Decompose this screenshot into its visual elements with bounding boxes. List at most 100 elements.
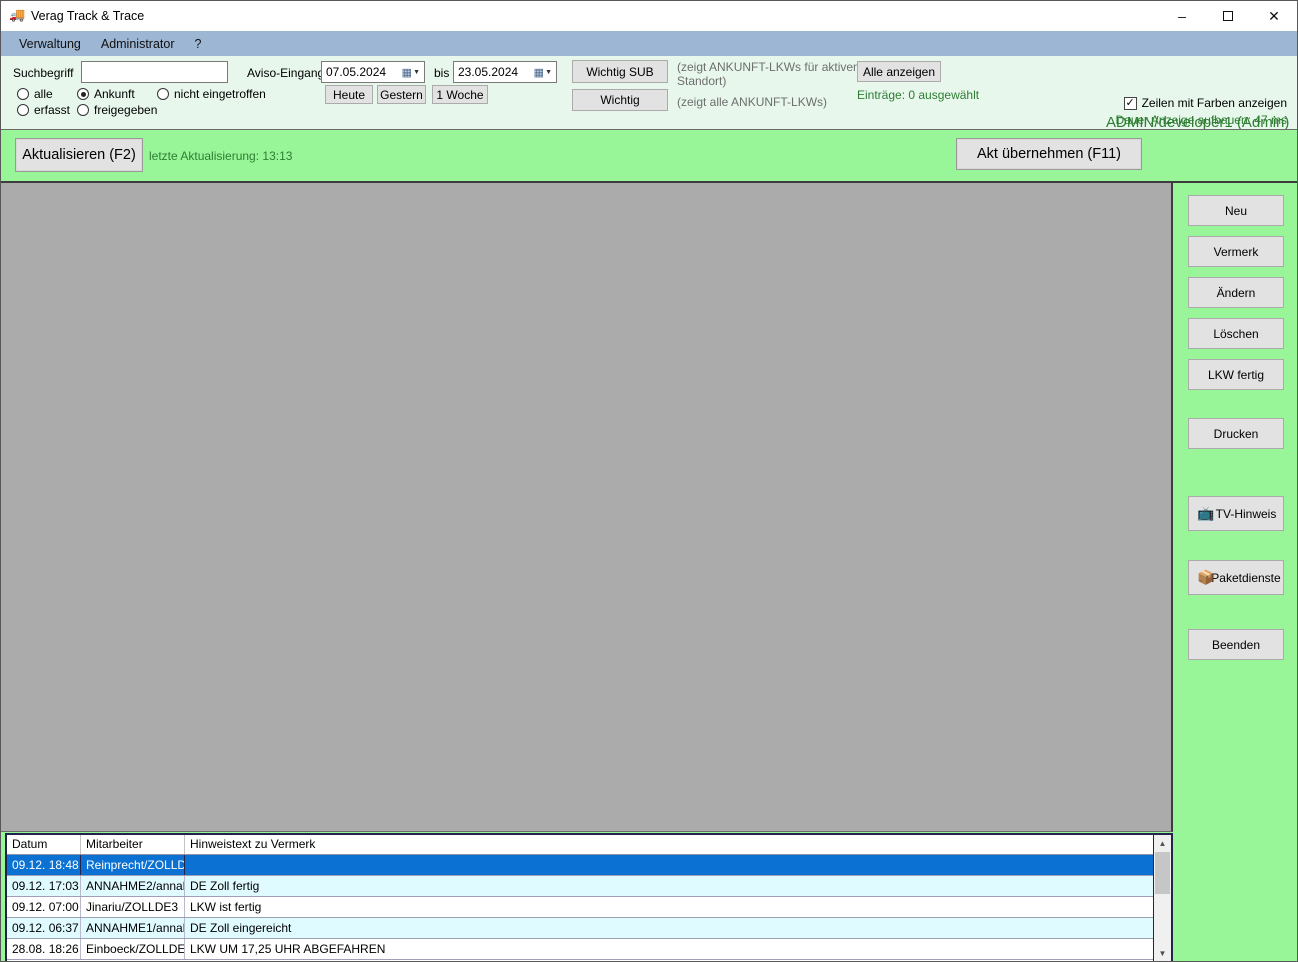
- gestern-button[interactable]: Gestern: [377, 85, 426, 104]
- radio-alle-circle[interactable]: [17, 88, 29, 100]
- menu-help[interactable]: ?: [185, 33, 212, 55]
- cell-hinweis: LKW ist fertig: [190, 900, 262, 914]
- wichtig-button[interactable]: Wichtig: [572, 89, 668, 111]
- bis-label: bis: [434, 66, 450, 80]
- color-rows-checkbox[interactable]: ✓: [1123, 96, 1137, 110]
- duration-status: Dauer Anzeige aufbauen: 47 ms: [1115, 113, 1287, 127]
- cell-datum: 09.12. 06:37: [7, 918, 81, 938]
- cell-hinweis: DE Zoll fertig: [190, 879, 260, 893]
- wichtig-sub-hint: (zeigt ANKUNFT-LKWs für aktiven Standort…: [677, 60, 860, 88]
- date-to-picker[interactable]: 23.05.2024 ▦ ▼: [453, 61, 557, 83]
- radio-erfasst[interactable]: erfasst: [17, 103, 70, 117]
- radio-nicht-eingetroffen[interactable]: nicht eingetroffen: [157, 87, 266, 101]
- app-window: 🚚 Verag Track & Trace – ✕ Verwaltung Adm…: [0, 0, 1298, 962]
- table-row[interactable]: 09.12. 07:00 Jinariu/ZOLLDE3 LKW ist fer…: [7, 897, 1153, 918]
- cell-mitarbeiter: Einboeck/ZOLLDE2: [81, 939, 185, 959]
- scrollbar-thumb[interactable]: [1155, 852, 1170, 894]
- radio-nicht-eingetroffen-label: nicht eingetroffen: [174, 87, 266, 101]
- menubar: Verwaltung Administrator ?: [1, 31, 1297, 56]
- scroll-up-icon[interactable]: ▲: [1154, 835, 1171, 851]
- cell-datum: 09.12. 07:00: [7, 897, 81, 917]
- content-canvas: [1, 183, 1173, 832]
- radio-freigegeben[interactable]: freigegeben: [77, 103, 157, 117]
- radio-ankunft-circle[interactable]: [77, 88, 89, 100]
- table-row[interactable]: 09.12. 18:48 Reinprecht/ZOLLDE1: [7, 855, 1153, 876]
- beenden-button[interactable]: Beenden: [1188, 629, 1284, 660]
- aktualisieren-button[interactable]: Aktualisieren (F2): [15, 138, 143, 172]
- titlebar: 🚚 Verag Track & Trace – ✕: [1, 1, 1297, 31]
- aendern-button[interactable]: Ändern: [1188, 277, 1284, 308]
- radio-erfasst-circle[interactable]: [17, 104, 29, 116]
- close-icon[interactable]: ✕: [1251, 1, 1297, 31]
- window-title: Verag Track & Trace: [31, 9, 145, 23]
- last-refresh-status: letzte Aktualisierung: 13:13: [149, 149, 293, 163]
- date-from-value[interactable]: 07.05.2024: [322, 65, 402, 79]
- cell-hinweis: LKW UM 17,25 UHR ABGEFAHREN: [190, 942, 386, 956]
- loeschen-button[interactable]: Löschen: [1188, 318, 1284, 349]
- main-area: Neu Vermerk Ändern Löschen LKW fertig Dr…: [1, 181, 1297, 961]
- radio-ankunft-label: Ankunft: [94, 87, 135, 101]
- radio-ankunft[interactable]: Ankunft: [77, 87, 135, 101]
- tv-hinweis-button[interactable]: 📺 TV-Hinweis: [1188, 496, 1284, 531]
- vermerk-button[interactable]: Vermerk: [1188, 236, 1284, 267]
- table-header: Datum Mitarbeiter Hinweistext zu Vermerk: [7, 835, 1153, 855]
- col-datum: Datum: [7, 835, 81, 854]
- table-row[interactable]: 09.12. 06:37 ANNAHME1/annahme1 DE Zoll e…: [7, 918, 1153, 939]
- chevron-down-icon[interactable]: ▼: [545, 69, 552, 76]
- menu-administrator[interactable]: Administrator: [91, 33, 185, 55]
- cell-mitarbeiter: ANNAHME1/annahme1: [81, 918, 185, 938]
- tv-icon: 📺: [1197, 505, 1215, 521]
- cell-mitarbeiter: ANNAHME2/annahme2: [81, 876, 185, 896]
- heute-button[interactable]: Heute: [325, 85, 373, 104]
- window-controls: – ✕: [1159, 1, 1297, 31]
- table-row[interactable]: 09.12. 17:03 ANNAHME2/annahme2 DE Zoll f…: [7, 876, 1153, 897]
- wichtig-hint: (zeigt alle ANKUNFT-LKWs): [677, 95, 828, 109]
- scroll-down-icon[interactable]: ▼: [1154, 945, 1171, 961]
- aviso-eingang-label: Aviso-Eingang: [247, 66, 325, 80]
- vermerk-table: Datum Mitarbeiter Hinweistext zu Vermerk…: [5, 833, 1173, 961]
- akt-uebernehmen-button[interactable]: Akt übernehmen (F11): [956, 138, 1142, 170]
- action-bar: Aktualisieren (F2) letzte Aktualisierung…: [1, 129, 1297, 181]
- date-from-picker[interactable]: 07.05.2024 ▦ ▼: [321, 61, 425, 83]
- search-input[interactable]: [81, 61, 228, 83]
- eine-woche-button[interactable]: 1 Woche: [432, 85, 488, 104]
- cell-datum: 09.12. 18:48: [7, 855, 81, 875]
- paketdienste-label: Paketdienste: [1211, 570, 1281, 585]
- tv-hinweis-label: TV-Hinweis: [1215, 506, 1277, 521]
- col-mitarbeiter: Mitarbeiter: [81, 835, 185, 854]
- cell-mitarbeiter: Reinprecht/ZOLLDE1: [81, 855, 185, 875]
- search-label: Suchbegriff: [13, 66, 74, 80]
- lkw-fertig-button[interactable]: LKW fertig: [1188, 359, 1284, 390]
- chevron-down-icon[interactable]: ▼: [413, 69, 420, 76]
- filter-panel: Suchbegriff alle Ankunft nicht eingetrof…: [1, 56, 1297, 149]
- calendar-icon[interactable]: ▦: [534, 66, 544, 79]
- color-rows-checkbox-row[interactable]: ✓ Zeilen mit Farben anzeigen: [1123, 96, 1287, 110]
- cell-mitarbeiter: Jinariu/ZOLLDE3: [81, 897, 185, 917]
- wichtig-sub-button[interactable]: Wichtig SUB: [572, 60, 668, 83]
- col-hinweistext: Hinweistext zu Vermerk: [190, 837, 316, 851]
- menu-verwaltung[interactable]: Verwaltung: [9, 33, 91, 55]
- minimize-icon[interactable]: –: [1159, 1, 1205, 31]
- radio-nicht-eingetroffen-circle[interactable]: [157, 88, 169, 100]
- radio-alle[interactable]: alle: [17, 87, 53, 101]
- color-rows-checkbox-label: Zeilen mit Farben anzeigen: [1141, 96, 1287, 110]
- app-truck-icon: 🚚: [9, 7, 26, 22]
- cell-hinweis: DE Zoll eingereicht: [190, 921, 292, 935]
- table-scrollbar[interactable]: ▲ ▼: [1153, 835, 1171, 961]
- alle-anzeigen-button[interactable]: Alle anzeigen: [857, 61, 941, 82]
- cell-hinweis: [185, 855, 1153, 875]
- drucken-button[interactable]: Drucken: [1188, 418, 1284, 449]
- cell-datum: 28.08. 18:26: [7, 939, 81, 959]
- cell-datum: 09.12. 17:03: [7, 876, 81, 896]
- paketdienste-button[interactable]: 📦 Paketdienste: [1188, 560, 1284, 595]
- neu-button[interactable]: Neu: [1188, 195, 1284, 226]
- maximize-icon[interactable]: [1205, 1, 1251, 31]
- radio-alle-label: alle: [34, 87, 53, 101]
- date-to-value[interactable]: 23.05.2024: [454, 65, 534, 79]
- radio-freigegeben-circle[interactable]: [77, 104, 89, 116]
- radio-freigegeben-label: freigegeben: [94, 103, 158, 117]
- calendar-icon[interactable]: ▦: [402, 66, 412, 79]
- table-row[interactable]: 28.08. 18:26 Einboeck/ZOLLDE2 LKW UM 17,…: [7, 939, 1153, 960]
- radio-erfasst-label: erfasst: [34, 103, 71, 117]
- eintraege-status: Einträge: 0 ausgewählt: [857, 88, 980, 102]
